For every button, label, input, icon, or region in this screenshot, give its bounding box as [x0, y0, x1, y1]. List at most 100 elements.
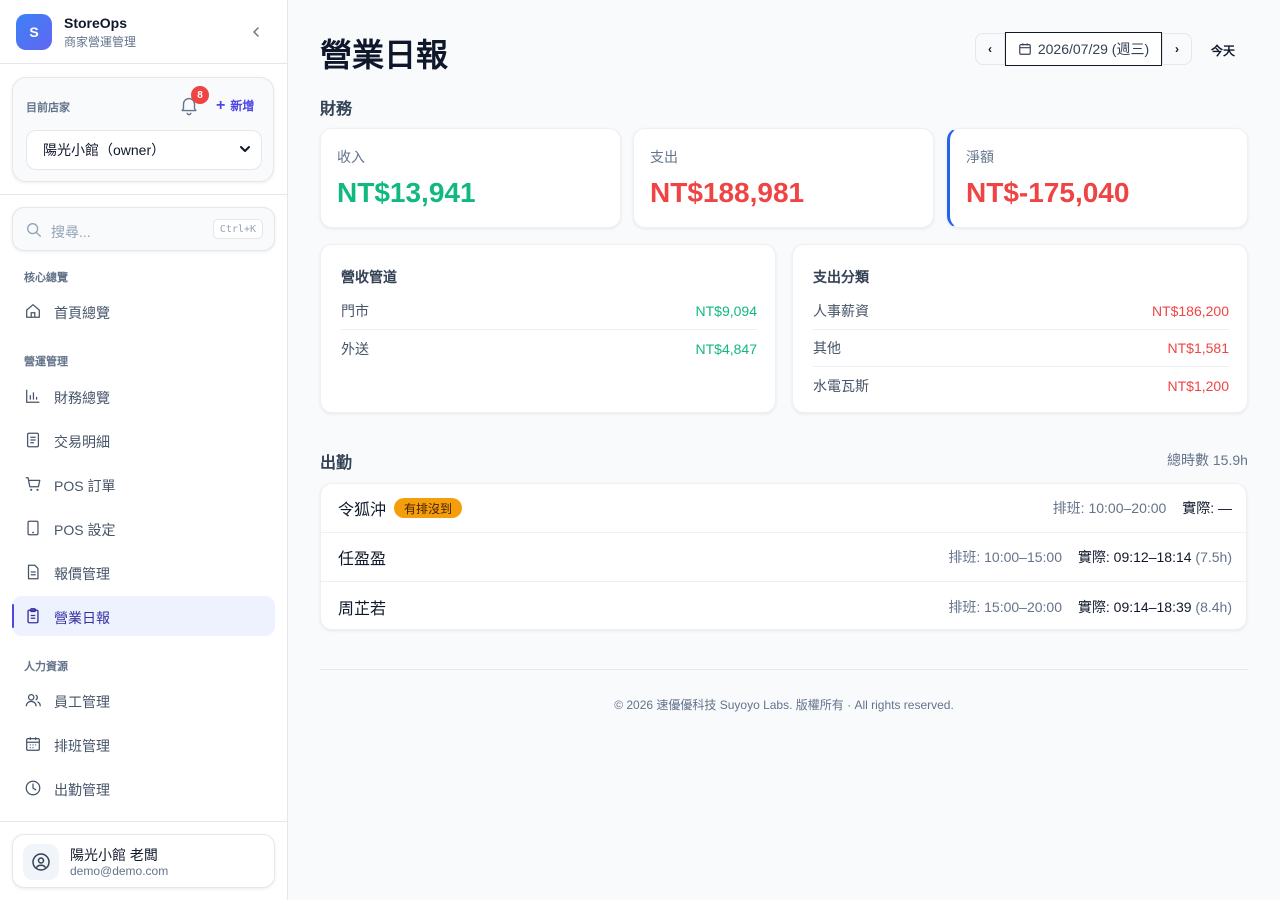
employee-name: 周芷若	[338, 600, 387, 618]
sidebar-item-label: 財務總覽	[54, 390, 110, 406]
sidebar-item-home[interactable]: 首頁總覽	[12, 291, 275, 331]
store-select[interactable]: 陽光小館（owner）	[26, 130, 262, 170]
scheduled-time: 排班: 10:00–15:00	[948, 549, 1062, 565]
search-icon	[25, 221, 43, 239]
employee-name: 任盈盈	[338, 551, 387, 568]
keyboard-shortcut: Ctrl+K	[212, 219, 263, 239]
next-day-button[interactable]: ›	[1162, 33, 1192, 65]
sidebar-item-pos-settings[interactable]: POS 設定	[12, 508, 275, 548]
footer-copyright: © 2026 速優優科技 Suyoyo Labs. 版權所有 · All rig…	[614, 698, 954, 712]
expense-card: 支出 NT$188,981	[633, 128, 934, 228]
store-select-value: 陽光小館（owner）	[43, 142, 166, 158]
sidebar: S StoreOps 商家營運管理 目前店家 8 + 新增 陽光小館（owner…	[0, 0, 288, 900]
list-item: 人事薪資 NT$186,200	[813, 293, 1229, 330]
table-row[interactable]: 周芷若 排班: 15:00–20:00 實際: 09:14–18:39 (8.4…	[321, 582, 1248, 631]
worked-hours: (7.5h)	[1195, 549, 1232, 565]
today-button[interactable]: 今天	[1211, 42, 1235, 59]
sidebar-item-attendance[interactable]: 出勤管理	[12, 768, 275, 808]
calendar-icon	[24, 735, 42, 753]
attendance-list: 令狐沖 有排沒到 排班: 10:00–20:00 實際: — 任盈盈 排班: 1…	[320, 483, 1248, 631]
users-icon	[24, 691, 42, 709]
prev-day-button[interactable]: ‹	[975, 33, 1005, 65]
add-store-label: 新增	[230, 99, 255, 113]
channel-name: 門市	[341, 303, 369, 319]
actual-label: 實際:	[1077, 598, 1110, 615]
sidebar-item-label: 員工管理	[54, 694, 110, 710]
expense-categories-card: 支出分類 人事薪資 NT$186,200 其他 NT$1,581 水電瓦斯 NT…	[792, 244, 1248, 413]
tablet-icon	[24, 519, 42, 537]
plus-icon: +	[216, 96, 226, 114]
income-value: NT$13,941	[337, 177, 476, 208]
expense-value: NT$188,981	[650, 177, 805, 208]
net-value: NT$-175,040	[966, 177, 1130, 208]
add-store-button[interactable]: + 新增	[216, 97, 254, 114]
nav-group-operations: 營運管理	[24, 356, 68, 368]
attendance-section-title: 出勤	[320, 455, 353, 472]
channel-name: 外送	[341, 340, 369, 357]
shift-info: 排班: 10:00–15:00 實際: 09:12–18:14 (7.5h)	[948, 547, 1232, 567]
table-row[interactable]: 任盈盈 排班: 10:00–15:00 實際: 09:12–18:14 (7.5…	[321, 533, 1248, 582]
sidebar-item-quotes[interactable]: 報價管理	[12, 552, 275, 592]
shift-info: 排班: 10:00–20:00 實際: —	[1053, 498, 1232, 518]
document-icon	[24, 563, 42, 581]
list-item: 水電瓦斯 NT$1,200	[813, 367, 1229, 404]
sidebar-item-transactions[interactable]: 交易明細	[12, 420, 275, 460]
employee-name: 令狐沖	[338, 502, 387, 519]
category-amount: NT$1,581	[1167, 340, 1229, 356]
actual-label: 實際:	[1182, 500, 1215, 516]
channel-amount: NT$9,094	[695, 303, 757, 319]
user-email: demo@demo.com	[70, 864, 169, 878]
category-name: 人事薪資	[813, 303, 869, 319]
income-label: 收入	[337, 149, 365, 165]
sidebar-item-scheduling[interactable]: 排班管理	[12, 724, 275, 764]
sidebar-item-label: 營業日報	[54, 610, 110, 626]
divider	[0, 194, 287, 195]
user-avatar-icon	[23, 844, 59, 880]
clock-icon	[24, 779, 42, 797]
nav-group-hr: 人力資源	[24, 661, 68, 673]
attendance-total-hours: 總時數 15.9h	[1167, 452, 1248, 468]
sidebar-item-label: POS 訂單	[54, 478, 116, 494]
receipt-icon	[24, 431, 42, 449]
sidebar-item-pos-orders[interactable]: POS 訂單	[12, 464, 275, 504]
income-card: 收入 NT$13,941	[320, 128, 621, 228]
sidebar-item-label: 交易明細	[54, 434, 110, 450]
user-name: 陽光小館 老闆	[70, 847, 158, 863]
list-item: 其他 NT$1,581	[813, 330, 1229, 367]
brand-name: StoreOps	[64, 14, 128, 31]
brand[interactable]: S StoreOps 商家營運管理	[16, 14, 136, 50]
revenue-channels-title: 營收管道	[341, 269, 397, 285]
cart-icon	[24, 475, 42, 493]
sidebar-item-finance[interactable]: 財務總覽	[12, 376, 275, 416]
worked-hours: (8.4h)	[1195, 598, 1232, 615]
actual-time: 09:12–18:14	[1113, 549, 1192, 565]
calendar-icon	[1018, 42, 1032, 56]
nav-group-core: 核心總覽	[24, 272, 68, 284]
user-profile[interactable]: 陽光小館 老闆 demo@demo.com	[12, 834, 275, 888]
category-amount: NT$1,200	[1167, 377, 1229, 394]
sidebar-item-label: 排班管理	[54, 738, 110, 754]
category-amount: NT$186,200	[1151, 303, 1229, 319]
shift-info: 排班: 15:00–20:00 實際: 09:14–18:39 (8.4h)	[948, 597, 1232, 617]
search-input[interactable]: 搜尋... Ctrl+K	[12, 207, 275, 251]
sidebar-item-label: POS 設定	[54, 522, 116, 538]
finance-section-title: 財務	[320, 101, 353, 118]
net-label: 淨額	[966, 149, 994, 165]
actual-label: 實際:	[1077, 549, 1110, 565]
search-placeholder: 搜尋...	[51, 224, 91, 240]
bar-chart-icon	[24, 387, 42, 405]
sidebar-item-daily-report[interactable]: 營業日報	[12, 596, 275, 636]
actual-time: 09:14–18:39	[1113, 598, 1192, 615]
list-item: 外送 NT$4,847	[341, 330, 757, 367]
category-name: 水電瓦斯	[813, 377, 869, 394]
revenue-channels-card: 營收管道 門市 NT$9,094 外送 NT$4,847	[320, 244, 776, 413]
divider	[0, 821, 287, 822]
table-row[interactable]: 令狐沖 有排沒到 排班: 10:00–20:00 實際: —	[321, 484, 1248, 533]
collapse-sidebar-icon[interactable]	[246, 22, 266, 42]
divider	[0, 63, 287, 64]
date-picker[interactable]: 2026/07/29 (週三)	[1005, 32, 1162, 66]
footer-divider	[320, 669, 1248, 670]
sidebar-item-employees[interactable]: 員工管理	[12, 680, 275, 720]
sidebar-item-label: 出勤管理	[54, 782, 110, 798]
date-navigator: ‹ 2026/07/29 (週三) ›	[975, 32, 1192, 66]
